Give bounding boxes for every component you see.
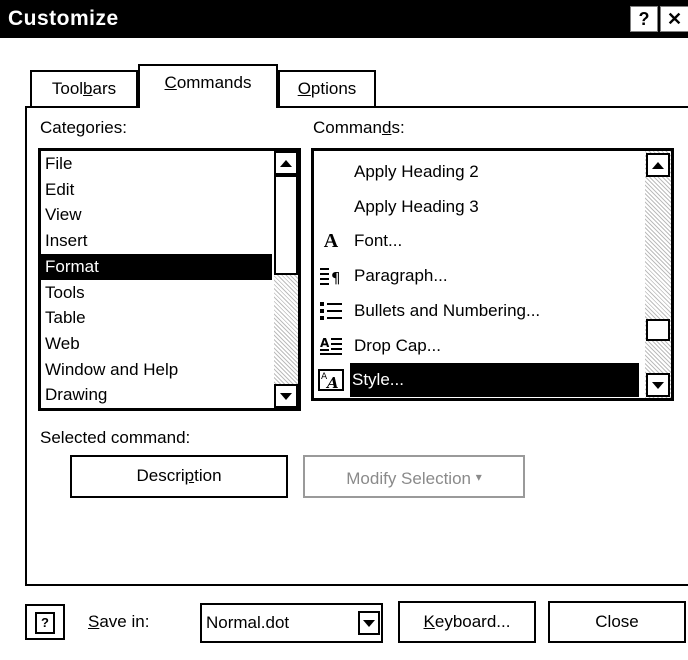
category-item[interactable]: Insert xyxy=(41,228,272,254)
commands-scroll-up-button[interactable] xyxy=(646,153,670,177)
commands-label: Commands: xyxy=(313,118,405,138)
command-item[interactable]: ¶ Paragraph... xyxy=(314,259,639,293)
window-title: Customize xyxy=(8,7,119,30)
save-in-label: Save in: xyxy=(88,612,149,632)
dropdown-arrow-icon: ▾ xyxy=(475,470,482,484)
categories-scroll-up-button[interactable] xyxy=(274,151,298,175)
scroll-up-arrow-icon xyxy=(280,159,292,167)
commands-label-pre: Comman xyxy=(313,118,382,137)
close-button[interactable]: Close xyxy=(548,601,686,643)
tab-toolbars[interactable]: Toolbars xyxy=(30,70,138,108)
svg-text:A: A xyxy=(320,336,330,350)
tab-commands[interactable]: Commands xyxy=(138,64,278,108)
description-label-post: tion xyxy=(194,466,222,485)
command-item[interactable]: Apply Heading 3 xyxy=(314,190,639,224)
command-item[interactable]: A Drop Cap... xyxy=(314,329,639,363)
save-in-value: Normal.dot xyxy=(206,613,290,632)
category-item[interactable]: Edit xyxy=(41,177,272,203)
command-item[interactable]: A A Style... xyxy=(314,363,639,398)
save-in-dropdown[interactable]: Normal.dot xyxy=(200,603,383,643)
close-window-button[interactable]: ✕ xyxy=(660,6,688,32)
paragraph-icon: ¶ xyxy=(318,265,344,287)
category-item[interactable]: Window and Help xyxy=(41,357,272,383)
command-item-label: Style... xyxy=(350,363,639,398)
command-item-label: Apply Heading 3 xyxy=(354,196,479,216)
commands-scrollbar[interactable] xyxy=(645,151,671,398)
category-item[interactable]: Tools xyxy=(41,280,272,306)
svg-text:¶: ¶ xyxy=(331,269,341,286)
command-item-label: Font... xyxy=(354,231,403,251)
scroll-down-arrow-icon xyxy=(652,381,664,389)
scroll-down-arrow-icon xyxy=(280,392,292,400)
category-item[interactable]: View xyxy=(41,202,272,228)
tab-toolbars-label-pre: Tool xyxy=(51,79,84,98)
help-button[interactable]: ? xyxy=(630,6,658,32)
category-item[interactable]: File xyxy=(41,151,272,177)
commands-scroll-down-button[interactable] xyxy=(646,373,670,397)
commands-label-post: s: xyxy=(391,118,405,137)
command-item[interactable]: A Font... xyxy=(314,224,639,258)
font-icon: A xyxy=(323,230,339,253)
selected-command-label: Selected command: xyxy=(40,428,191,447)
keyboard-button[interactable]: Keyboard... xyxy=(398,601,536,643)
save-in-label-key: S xyxy=(88,612,100,631)
categories-label: Categories: xyxy=(40,118,127,138)
categories-label-pre: Cate xyxy=(40,118,76,137)
categories-scroll-down-button[interactable] xyxy=(274,384,298,408)
tab-options[interactable]: Options xyxy=(278,70,376,108)
drop-cap-icon: A xyxy=(318,335,344,357)
categories-list[interactable]: File Edit View Insert Format Tools Table Web Win… xyxy=(38,148,301,411)
category-item[interactable]: Web xyxy=(41,331,272,357)
command-item-label: Apply Heading 2 xyxy=(354,162,479,181)
style-icon: AA xyxy=(318,369,344,392)
tab-toolbars-label-key: b xyxy=(83,79,93,98)
bullets-icon xyxy=(318,300,344,322)
command-item-label: Bullets and Numbering... xyxy=(354,300,541,320)
description-label-pre: Descri xyxy=(136,466,185,485)
keyboard-label-post: eyboard... xyxy=(434,612,511,631)
save-in-dropdown-button[interactable] xyxy=(358,611,380,635)
tab-options-label-key: O xyxy=(297,79,311,98)
command-item[interactable]: Bullets and Numbering... xyxy=(314,294,639,328)
modify-selection-label: Modify Selection xyxy=(346,469,471,488)
command-item[interactable]: Apply Heading 2 xyxy=(314,155,639,189)
tab-options-label-post: ptions xyxy=(310,79,357,98)
save-in-label-post: ave in: xyxy=(99,612,150,631)
help-question-button[interactable]: ? xyxy=(25,604,65,640)
commands-list[interactable]: Apply Heading 2 Apply Heading 3 A Font... ¶ P… xyxy=(311,148,674,401)
command-item-label: Drop Cap... xyxy=(354,335,441,355)
command-item-label: Paragraph... xyxy=(354,266,448,286)
question-mark-icon: ? xyxy=(35,612,55,634)
category-item[interactable]: Format xyxy=(41,253,272,280)
active-tab-joint xyxy=(140,104,276,110)
tab-commands-label-post: ommands xyxy=(176,73,252,92)
categories-label-key: g xyxy=(75,118,86,137)
chevron-down-icon xyxy=(363,619,375,627)
description-button[interactable]: Description xyxy=(70,455,288,498)
keyboard-label-key: K xyxy=(423,612,435,631)
scroll-up-arrow-icon xyxy=(652,161,664,169)
description-label-key: p xyxy=(184,466,195,485)
categories-scroll-thumb[interactable] xyxy=(274,175,298,275)
tab-commands-label-key: C xyxy=(164,73,177,92)
svg-text:A: A xyxy=(325,374,339,391)
category-item[interactable]: Drawing xyxy=(41,382,272,408)
category-item[interactable]: Table xyxy=(41,305,272,331)
categories-label-post: ories: xyxy=(85,118,127,137)
modify-selection-button[interactable]: Modify Selection ▾ xyxy=(303,455,525,498)
commands-scroll-thumb[interactable] xyxy=(646,319,670,341)
tab-toolbars-label-post: ars xyxy=(92,79,117,98)
